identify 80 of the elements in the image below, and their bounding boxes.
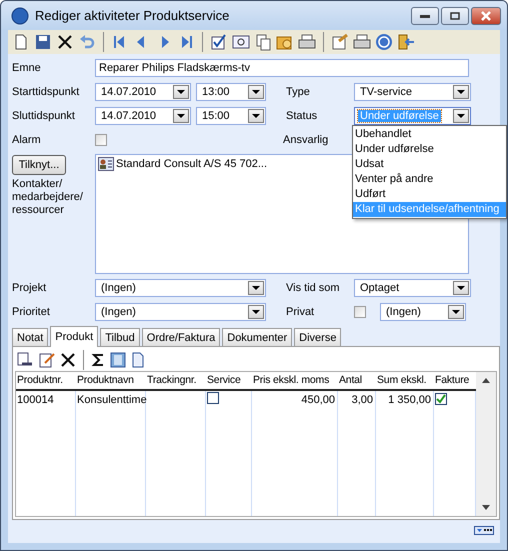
delete-icon[interactable] <box>56 33 74 51</box>
date-field[interactable]: 14.07.2010 <box>95 83 191 101</box>
table-cell-text: 1 350,00 <box>387 393 432 407</box>
project-dropdown[interactable]: (Ingen) <box>95 279 266 297</box>
time-field[interactable]: 15:00 <box>196 107 266 125</box>
contacts-label: Kontakter/medarbejdere/ressourcer <box>12 178 84 217</box>
maximize-button[interactable] <box>441 6 469 24</box>
tab[interactable]: Dokumenter <box>222 328 292 346</box>
checkmark-icon[interactable] <box>210 33 228 51</box>
menu-item[interactable]: Udført <box>353 187 506 202</box>
copy-icon[interactable] <box>254 33 272 51</box>
private-dropdown[interactable]: (Ingen) <box>380 303 466 321</box>
properties-icon[interactable] <box>331 33 349 51</box>
field-label: Vis tid som <box>286 282 341 294</box>
field-label: Status <box>286 110 318 122</box>
vertical-scrollbar[interactable] <box>476 372 496 516</box>
column-header[interactable]: Trackingnr. <box>146 372 206 389</box>
invoice-checkbox[interactable] <box>435 392 447 404</box>
document-icon[interactable] <box>131 352 145 368</box>
table-cell-text: 450,00 <box>300 393 336 407</box>
column-header[interactable]: Pris ekskl. moms <box>252 372 338 389</box>
table-cell-text: 100014 <box>16 393 55 407</box>
column-header[interactable]: Produktnr. <box>16 372 76 389</box>
status-value: Under udførelse <box>358 110 441 122</box>
edit-icon[interactable] <box>38 352 56 368</box>
service-checkbox[interactable] <box>207 392 219 404</box>
field-label: Emne <box>12 62 42 74</box>
field-label: Starttidspunkt <box>12 86 80 98</box>
type-dropdown[interactable]: TV-service <box>354 83 471 101</box>
column-header[interactable]: Antal <box>338 372 376 389</box>
tab[interactable]: Tilbud <box>100 328 140 346</box>
attach-button[interactable]: Tilknyt... <box>12 155 66 175</box>
column-header[interactable]: Service <box>206 372 252 389</box>
tab[interactable]: Notat <box>12 328 48 346</box>
field-label: Alarm <box>12 134 42 146</box>
table-cell-text: 3,00 <box>350 393 374 407</box>
print-icon[interactable] <box>353 33 371 51</box>
contact-card-icon <box>98 157 114 171</box>
table-cell: Konsulenttime <box>76 393 146 407</box>
delete-icon[interactable] <box>60 352 76 368</box>
priority-dropdown[interactable]: (Ingen) <box>95 303 266 321</box>
menu-item[interactable]: Under udførelse <box>353 142 506 157</box>
alarm-checkbox[interactable] <box>95 134 107 146</box>
time-field[interactable]: 13:00 <box>196 83 266 101</box>
menu-item[interactable]: Ubehandlet <box>353 127 506 142</box>
tab[interactable]: Produkt <box>50 326 98 347</box>
scroll-down-icon[interactable] <box>482 505 490 510</box>
binder-icon[interactable] <box>109 352 127 368</box>
menu-item[interactable]: Udsat <box>353 157 506 172</box>
field-label: Privat <box>286 306 316 318</box>
tab[interactable]: Diverse <box>294 328 342 346</box>
minimize-icon <box>420 14 430 18</box>
overflow-menu-icon[interactable] <box>474 526 494 535</box>
exit-door-icon[interactable] <box>397 33 415 51</box>
scroll-up-icon[interactable] <box>482 378 490 383</box>
close-icon <box>481 10 491 20</box>
show-time-as-dropdown[interactable]: Optaget <box>354 279 471 297</box>
field-label: Type <box>286 86 311 98</box>
menu-item[interactable]: Venter på andre <box>353 172 506 187</box>
field-label: Projekt <box>12 282 48 294</box>
field-label: Ansvarlig <box>283 134 330 146</box>
column-header[interactable]: Produktnavn <box>76 372 146 389</box>
app-logo-icon <box>11 6 29 24</box>
contact-item[interactable]: Standard Consult A/S 45 702... <box>116 158 268 170</box>
column-header[interactable]: Sum ekskl. <box>376 372 434 389</box>
field-label: Sluttidspunkt <box>12 110 76 122</box>
save-icon[interactable] <box>34 33 52 51</box>
private-checkbox[interactable] <box>354 306 366 318</box>
date-field[interactable]: 14.07.2010 <box>95 107 191 125</box>
minimize-button[interactable] <box>411 6 439 24</box>
column-header[interactable]: Fakture <box>434 372 476 389</box>
maximize-icon <box>450 12 460 20</box>
window-title: Rediger aktiviteter Produktservice <box>35 8 230 23</box>
printer-icon[interactable] <box>298 33 316 51</box>
field-label: Prioritet <box>12 306 51 318</box>
sum-icon[interactable] <box>91 352 105 368</box>
close-button[interactable] <box>471 6 501 24</box>
subject-field[interactable]: Reparer Philips Fladskærms-tv <box>95 59 469 77</box>
help-icon[interactable] <box>375 33 393 51</box>
tab[interactable]: Ordre/Faktura <box>142 328 220 346</box>
